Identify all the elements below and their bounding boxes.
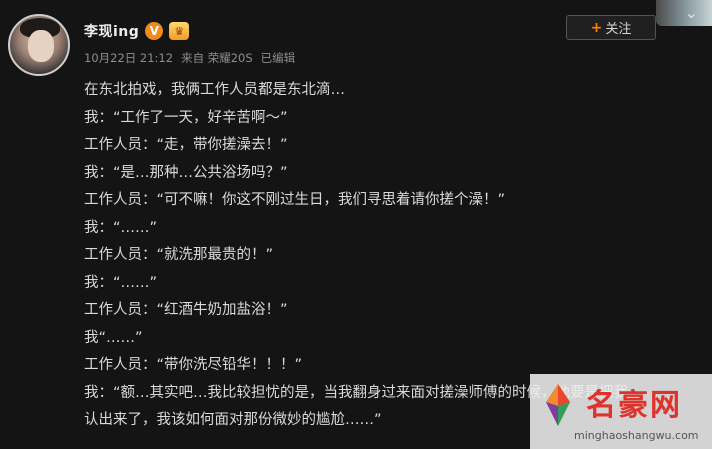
watermark-title: 名豪网 [586,388,682,423]
follow-label: 关注 [605,22,632,37]
post-date[interactable]: 10月22日 21:12 [84,50,173,66]
follow-button[interactable]: + 关注 [566,15,656,40]
post-line: 我：“……” [84,274,158,291]
crown-icon[interactable]: ♛ [169,22,190,40]
post-line: 工作人员：“可不嘛！你这不刚过生日，我们寻思着请你搓个澡！” [84,192,506,208]
post-meta: 10月22日 21:12 来自 荣耀20S 已编辑 [84,50,303,66]
post-line: 我：“……” [84,219,158,236]
avatar[interactable] [8,14,70,76]
watermark-url: minghaoshangwu.com [574,429,699,442]
plus-icon: + [590,19,603,36]
post-line: 我：“工作了一天，好辛苦啊～” [84,109,288,126]
post-line: 工作人员：“就洗那最贵的！” [84,247,274,263]
edited-label[interactable]: 已编辑 [261,50,296,66]
corner-thumbnail[interactable]: ⌄ [656,0,712,26]
verified-icon[interactable]: V [145,22,164,40]
chevron-down-icon[interactable]: ⌄ [685,3,698,22]
watermark-logo-icon [546,384,570,426]
weibo-post: 李现ing V ♛ 10月22日 21:12 来自 荣耀20S 已编辑 + 关注… [0,0,712,449]
username-link[interactable]: 李现ing [84,21,139,41]
username-row: 李现ing V ♛ [84,20,190,42]
post-line: 在东北拍戏，我俩工作人员都是东北滴… [84,82,345,98]
post-line: 工作人员：“走，带你搓澡去！” [84,137,288,153]
avatar-face [28,30,54,62]
post-source: 来自 荣耀20S [181,51,253,65]
post-line: 工作人员：“红酒牛奶加盐浴！” [84,302,288,318]
post-line: 我“……” [84,329,143,346]
site-watermark: 名豪网 minghaoshangwu.com [530,374,712,449]
post-line: 我：“是…那种…公共浴场吗？” [84,164,288,181]
